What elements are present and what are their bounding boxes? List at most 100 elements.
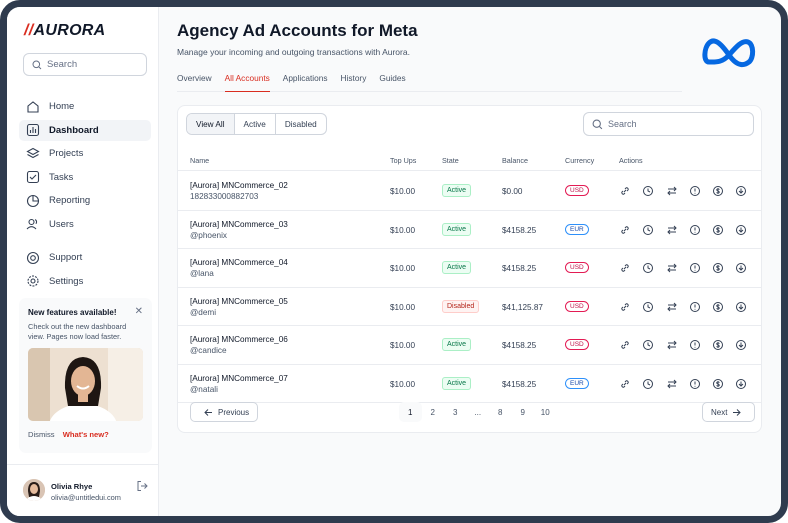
sidebar-item-dashboard[interactable]: Dashboard (19, 119, 151, 141)
main-nav: Home Dashboard Projects Tasks Reporting Users (19, 96, 151, 237)
transfer-icon[interactable] (666, 262, 678, 274)
transfer-icon[interactable] (666, 378, 678, 390)
link-icon[interactable] (619, 339, 631, 351)
sidebar-item-support[interactable]: Support (19, 247, 151, 268)
currency-badge: EUR (565, 223, 589, 235)
feature-text: Check out the new dashboard view. Pages … (28, 322, 127, 341)
page-number[interactable]: 3 (444, 402, 467, 422)
currency-badge: USD (565, 185, 589, 196)
transfer-icon[interactable] (666, 301, 678, 313)
dollar-icon[interactable] (712, 262, 724, 274)
search-icon (592, 119, 603, 129)
history-icon[interactable] (642, 339, 654, 351)
link-icon[interactable] (619, 185, 631, 197)
account-name: [Aurora] MNCommerce_06 (190, 335, 288, 344)
column-currency: Currency (565, 156, 595, 165)
account-handle: 182833000882703 (190, 192, 259, 201)
history-icon[interactable] (642, 378, 654, 390)
page-subtitle: Manage your incoming and outgoing transa… (177, 47, 410, 57)
sidebar-item-home[interactable]: Home (19, 96, 151, 117)
info-icon[interactable] (689, 224, 701, 236)
logout-icon[interactable] (136, 480, 148, 492)
tab-applications[interactable]: Applications (283, 72, 328, 92)
brand-logo[interactable]: //AURORA (24, 22, 106, 40)
dollar-icon[interactable] (712, 378, 724, 390)
accounts-card: View All Active Disabled Search Name Top U… (177, 105, 762, 433)
link-icon[interactable] (619, 301, 631, 313)
info-icon[interactable] (689, 262, 701, 274)
sidebar-item-settings[interactable]: Settings (19, 271, 151, 292)
account-handle: @phoenix (190, 230, 227, 240)
download-icon[interactable] (735, 301, 747, 313)
page-number[interactable]: 8 (489, 402, 512, 422)
link-icon[interactable] (619, 378, 631, 390)
tab-guides[interactable]: Guides (379, 72, 405, 92)
download-icon[interactable] (735, 339, 747, 351)
dollar-icon[interactable] (712, 339, 724, 351)
arrow-right-icon (733, 408, 742, 416)
sidebar: //AURORA Search Home Dashboard Projects Tas… (7, 7, 159, 516)
top-ups-value: $10.00 (390, 379, 416, 389)
transfer-icon[interactable] (666, 224, 678, 236)
tab-all-accounts[interactable]: All Accounts (224, 72, 270, 92)
row-actions (619, 224, 759, 236)
account-name: [Aurora] MNCommerce_02 (190, 181, 288, 190)
transfer-icon[interactable] (666, 339, 678, 351)
info-icon[interactable] (689, 339, 701, 351)
dollar-icon[interactable] (712, 185, 724, 197)
page-number[interactable]: 1 (399, 402, 422, 422)
home-icon (27, 100, 39, 113)
transfer-icon[interactable] (666, 185, 678, 197)
balance-value: $4158.25 (502, 379, 537, 389)
next-button[interactable]: Next (702, 402, 756, 422)
history-icon[interactable] (642, 185, 654, 197)
tab-overview[interactable]: Overview (177, 72, 212, 92)
link-icon[interactable] (619, 224, 631, 236)
history-icon[interactable] (642, 262, 654, 274)
download-icon[interactable] (735, 262, 747, 274)
download-icon[interactable] (735, 185, 747, 197)
info-icon[interactable] (689, 301, 701, 313)
sidebar-item-label: Support (49, 252, 83, 263)
download-icon[interactable] (735, 378, 747, 390)
table-row: [Aurora] MNCommerce_04 @lana $10.00 Active $… (178, 249, 761, 288)
column-top-ups: Top Ups (390, 156, 417, 165)
history-icon[interactable] (642, 301, 654, 313)
dollar-icon[interactable] (712, 224, 724, 236)
close-icon[interactable]: ✕ (135, 306, 143, 317)
main-content: Agency Ad Accounts for Meta Manage your … (159, 7, 781, 516)
gear-icon (27, 275, 39, 287)
page-number[interactable]: 10 (534, 402, 557, 422)
sidebar-item-users[interactable]: Users (19, 214, 151, 235)
sidebar-search-input[interactable]: Search (23, 53, 147, 76)
row-actions (619, 262, 759, 274)
download-icon[interactable] (735, 224, 747, 236)
sidebar-item-reporting[interactable]: Reporting (19, 190, 151, 211)
page-number[interactable]: 2 (422, 402, 445, 422)
currency-badge: USD (565, 300, 589, 312)
history-icon[interactable] (642, 224, 654, 236)
filter-active[interactable]: Active (235, 114, 276, 134)
dollar-icon[interactable] (712, 301, 724, 313)
info-icon[interactable] (689, 185, 701, 197)
page-number[interactable]: 9 (512, 402, 535, 422)
row-actions (619, 378, 759, 390)
table-search-input[interactable]: Search (583, 112, 754, 136)
tab-history[interactable]: History (341, 72, 367, 92)
info-icon[interactable] (689, 378, 701, 390)
sidebar-item-label: Reporting (49, 195, 91, 206)
sidebar-item-tasks[interactable]: Tasks (19, 167, 151, 188)
page-title: Agency Ad Accounts for Meta (177, 21, 418, 40)
avatar[interactable] (23, 479, 45, 501)
sidebar-item-projects[interactable]: Projects (19, 143, 151, 164)
tab-bar: Overview All Accounts Applications History G… (177, 72, 682, 92)
previous-button[interactable]: Previous (190, 402, 259, 422)
table-row: [Aurora] MNCommerce_03 @phoenix $10.00 Acti… (178, 211, 761, 249)
check-square-icon (26, 170, 40, 184)
link-icon[interactable] (619, 262, 631, 274)
whats-new-link[interactable]: What's new? (63, 430, 109, 439)
user-profile: Olivia Rhye olivia@untitledui.com (7, 464, 158, 516)
filter-view-all[interactable]: View All (187, 114, 235, 134)
dismiss-link[interactable]: Dismiss (28, 430, 55, 439)
filter-disabled[interactable]: Disabled (276, 114, 326, 134)
